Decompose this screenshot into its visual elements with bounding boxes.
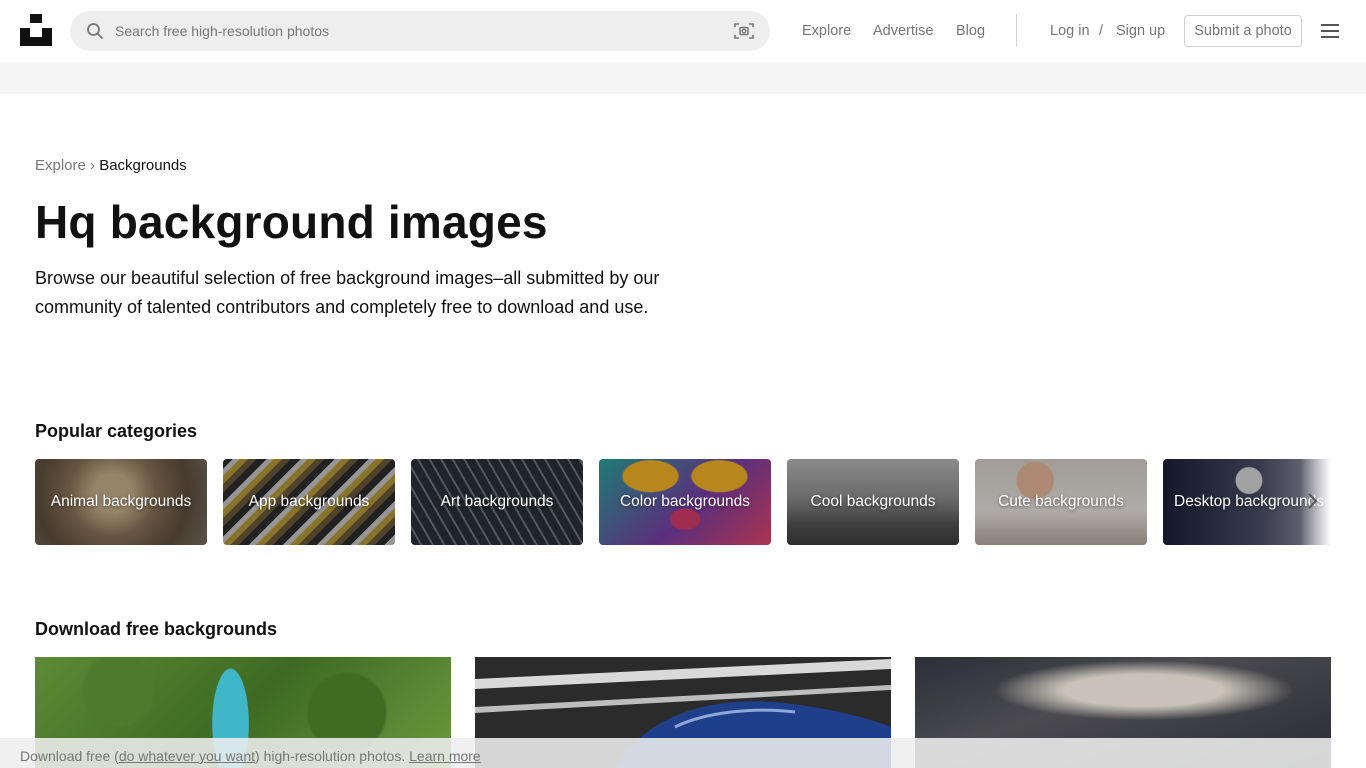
nav-divider — [1016, 14, 1017, 46]
auth-separator: / — [1099, 23, 1104, 39]
nav-advertise[interactable]: Advertise — [873, 22, 933, 40]
breadcrumb-current: Backgrounds — [99, 157, 187, 174]
search-icon[interactable] — [86, 22, 104, 40]
category-label: App backgrounds — [248, 493, 370, 510]
nav-explore[interactable]: Explore — [802, 22, 851, 40]
chevron-right-icon[interactable] — [1305, 492, 1319, 510]
login-link[interactable]: Log in — [1050, 22, 1090, 40]
category-card[interactable]: Cool backgrounds — [787, 459, 959, 545]
banner-text-before: Download free ( — [20, 748, 119, 764]
category-label: Cool backgrounds — [810, 493, 936, 510]
category-carousel: Animal backgrounds App backgrounds Art b… — [35, 459, 1331, 545]
category-label: Color backgrounds — [619, 493, 751, 510]
menu-icon[interactable] — [1320, 23, 1340, 39]
visual-search-icon[interactable] — [734, 22, 754, 40]
category-card[interactable]: Art backgrounds — [411, 459, 583, 545]
search-bar — [70, 11, 770, 51]
breadcrumb-separator: › — [90, 157, 96, 174]
license-banner-text: Download free (do whatever you want) hig… — [20, 748, 481, 764]
category-card[interactable]: App backgrounds — [223, 459, 395, 545]
license-link[interactable]: do whatever you want — [119, 748, 255, 764]
breadcrumb: Explore › Backgrounds — [35, 157, 187, 175]
top-header: Explore Advertise Blog Log in / Sign up … — [0, 0, 1366, 62]
category-card[interactable]: Cute backgrounds — [975, 459, 1147, 545]
page-description: Browse our beautiful selection of free b… — [35, 268, 660, 317]
search-input[interactable] — [115, 11, 715, 51]
category-label: Animal backgrounds — [50, 493, 192, 510]
popular-categories-heading: Popular categories — [35, 421, 198, 441]
category-label: Cute backgrounds — [998, 493, 1124, 510]
unsplash-logo[interactable] — [20, 14, 52, 46]
signup-link[interactable]: Sign up — [1116, 22, 1165, 40]
breadcrumb-explore[interactable]: Explore — [35, 157, 86, 174]
ad-band — [0, 62, 1366, 94]
submit-photo-button[interactable]: Submit a photo — [1184, 15, 1302, 47]
nav-blog[interactable]: Blog — [956, 22, 985, 40]
page-title: Hq background images — [35, 196, 548, 248]
download-heading: Download free backgrounds — [35, 619, 278, 639]
category-card[interactable]: Color backgrounds — [599, 459, 771, 545]
category-label: Art backgrounds — [440, 493, 554, 510]
learn-more-link[interactable]: Learn more — [409, 748, 481, 764]
category-card[interactable]: Animal backgrounds — [35, 459, 207, 545]
banner-text-after: ) high-resolution photos. — [255, 748, 406, 764]
